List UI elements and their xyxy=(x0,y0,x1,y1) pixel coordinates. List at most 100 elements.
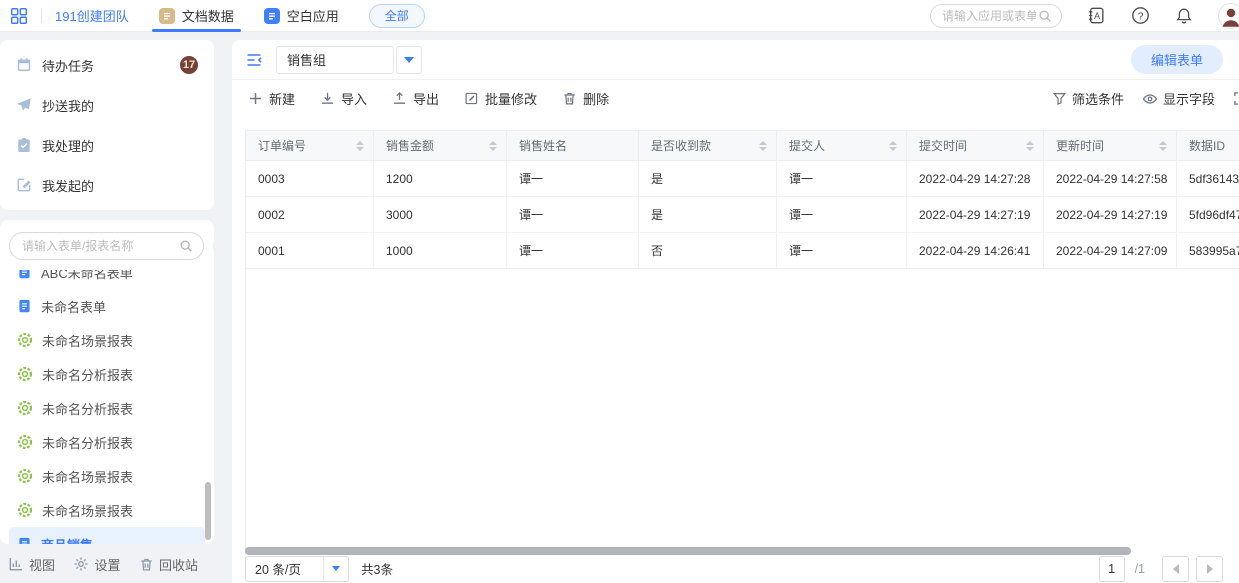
toolbar-funnel-link[interactable]: 筛选条件 xyxy=(1052,89,1124,108)
topbar-right: A ? xyxy=(930,3,1239,29)
column-header-2[interactable]: 销售金额 xyxy=(374,131,507,161)
toolbar-batch-button[interactable]: 批量修改 xyxy=(464,89,537,108)
main-header: 销售组 编辑表单 xyxy=(232,40,1239,80)
tab-label: 文档数据 xyxy=(182,6,234,25)
toolbar-export-button[interactable]: 导出 xyxy=(392,89,439,108)
table-row-3[interactable]: 00011000谭一否谭一2022-04-29 14:26:412022-04-… xyxy=(246,233,1239,269)
column-label: 销售姓名 xyxy=(519,137,567,154)
button-label: 批量修改 xyxy=(485,89,537,108)
form-list-item-6[interactable]: 未命名分析报表 xyxy=(9,425,205,459)
edit-form-button[interactable]: 编辑表单 xyxy=(1131,45,1223,74)
sidebar-footer-1[interactable]: 视图 xyxy=(8,555,55,574)
column-label: 更新时间 xyxy=(1056,137,1104,154)
topbar-tab-2[interactable]: 空白应用 xyxy=(264,0,339,32)
divider xyxy=(41,8,42,23)
editsq-icon xyxy=(16,177,32,193)
button-label: 新建 xyxy=(269,89,295,108)
trash-icon xyxy=(562,91,577,106)
sidebar-footer-2[interactable]: 设置 xyxy=(73,555,120,574)
cell: 1200 xyxy=(374,161,507,197)
sort-icon xyxy=(753,141,767,151)
global-search-input[interactable] xyxy=(940,8,1038,24)
form-list-item-7[interactable]: 未命名场景报表 xyxy=(9,459,205,493)
trash-icon xyxy=(139,557,154,572)
cell: 是 xyxy=(639,197,777,233)
table-row-1[interactable]: 00031200谭一是谭一2022-04-29 14:27:282022-04-… xyxy=(246,161,1239,197)
cell: 谭一 xyxy=(507,233,639,269)
group-select[interactable]: 销售组 xyxy=(276,46,422,74)
page-size-value: 20 条/页 xyxy=(246,559,323,578)
form-list-item-9[interactable]: 商品销售 xyxy=(9,527,205,544)
topbar-tabs: 文档数据 空白应用 xyxy=(129,0,339,32)
column-header-1[interactable]: 订单编号 xyxy=(246,131,374,161)
column-label: 是否收到款 xyxy=(651,137,711,154)
sidebar-menu-item-1[interactable]: 待办任务 17 xyxy=(0,45,214,85)
doc-data-app-icon xyxy=(159,8,175,24)
fullscreen-icon[interactable] xyxy=(1233,91,1239,106)
sidebar-menu-item-3[interactable]: 我处理的 xyxy=(0,125,214,165)
form-list-item-3[interactable]: 未命名场景报表 xyxy=(9,323,205,357)
sidebar-footer-3[interactable]: 回收站 xyxy=(139,555,198,574)
form-label: 未命名场景报表 xyxy=(42,331,133,350)
page-size-select[interactable]: 20 条/页 xyxy=(245,556,349,582)
cell: 2022-04-29 14:27:19 xyxy=(907,197,1044,233)
help-icon[interactable]: ? xyxy=(1131,6,1150,25)
team-name-link[interactable]: 191创建团队 xyxy=(55,6,129,25)
cell: 谭一 xyxy=(507,161,639,197)
column-header-5[interactable]: 提交人 xyxy=(777,131,907,161)
button-label: 导出 xyxy=(413,89,439,108)
form-list-item-8[interactable]: 未命名场景报表 xyxy=(9,493,205,527)
column-header-3[interactable]: 销售姓名 xyxy=(507,131,639,161)
toolbar-eye-link[interactable]: 显示字段 xyxy=(1142,89,1215,108)
group-select-value: 销售组 xyxy=(276,46,394,74)
form-list-item-5[interactable]: 未命名分析报表 xyxy=(9,391,205,425)
blank-app-icon xyxy=(264,8,280,24)
column-header-7[interactable]: 更新时间 xyxy=(1044,131,1177,161)
toolbar-import-button[interactable]: 导入 xyxy=(320,89,367,108)
sidebar-scrollbar[interactable] xyxy=(205,482,211,540)
footer-label: 视图 xyxy=(29,555,55,574)
next-page-button[interactable] xyxy=(1196,556,1223,582)
form-label: 未命名分析报表 xyxy=(42,365,133,384)
topbar-tab-1[interactable]: 文档数据 xyxy=(159,0,234,32)
bell-icon[interactable] xyxy=(1175,7,1193,25)
link-label: 显示字段 xyxy=(1163,89,1215,108)
menu-label: 我发起的 xyxy=(42,176,94,195)
avatar[interactable] xyxy=(1218,3,1239,29)
sidebar-forms-card: + ABC未命名表单 未命名表单 未命名场景报表 未命名分析报表 未命名分析报表… xyxy=(0,220,214,544)
column-header-4[interactable]: 是否收到款 xyxy=(639,131,777,161)
contacts-icon[interactable]: A xyxy=(1087,6,1106,25)
form-list-item-4[interactable]: 未命名分析报表 xyxy=(9,357,205,391)
form-list-item-1[interactable]: ABC未命名表单 xyxy=(9,270,205,289)
add-form-button[interactable]: + xyxy=(213,232,214,260)
horizontal-scrollbar[interactable] xyxy=(245,547,1131,555)
filter-all-pill[interactable]: 全部 xyxy=(369,4,425,28)
app-grid-icon[interactable] xyxy=(10,7,28,25)
toolbar-plus-button[interactable]: 新建 xyxy=(248,89,295,108)
report-icon xyxy=(17,332,33,348)
toolbar-trash-button[interactable]: 删除 xyxy=(562,89,609,108)
cell: 谭一 xyxy=(777,161,907,197)
calendar-icon xyxy=(16,57,32,73)
search-icon xyxy=(1038,9,1052,23)
column-header-6[interactable]: 提交时间 xyxy=(907,131,1044,161)
cell: 谭一 xyxy=(507,197,639,233)
form-search-input[interactable] xyxy=(20,238,179,254)
cell: 1000 xyxy=(374,233,507,269)
table-row-2[interactable]: 00023000谭一是谭一2022-04-29 14:27:192022-04-… xyxy=(246,197,1239,233)
column-label: 提交人 xyxy=(789,137,825,154)
prev-page-button[interactable] xyxy=(1162,556,1189,582)
cell: 2022-04-29 14:27:19 xyxy=(1044,197,1177,233)
main-panel: 销售组 编辑表单 新建 导入 导出 批量修改 删除 筛选条件 显示字段 订单编号… xyxy=(232,40,1239,583)
table-body: 00031200谭一是谭一2022-04-29 14:27:282022-04-… xyxy=(246,161,1239,269)
sidebar: 待办任务 17 抄送我的 我处理的 我发起的 + ABC未命名表单 未命名表单 … xyxy=(0,40,214,583)
current-page-input[interactable]: 1 xyxy=(1099,556,1125,582)
caret-down-icon xyxy=(332,566,340,571)
main-toolbar: 新建 导入 导出 批量修改 删除 筛选条件 显示字段 xyxy=(232,80,1239,117)
sort-icon xyxy=(483,141,497,151)
sidebar-menu-item-4[interactable]: 我发起的 xyxy=(0,165,214,205)
sidebar-menu-item-2[interactable]: 抄送我的 xyxy=(0,85,214,125)
column-header-8[interactable]: 数据ID xyxy=(1177,131,1239,161)
collapse-sidebar-icon[interactable] xyxy=(245,51,263,69)
form-list-item-2[interactable]: 未命名表单 xyxy=(9,289,205,323)
